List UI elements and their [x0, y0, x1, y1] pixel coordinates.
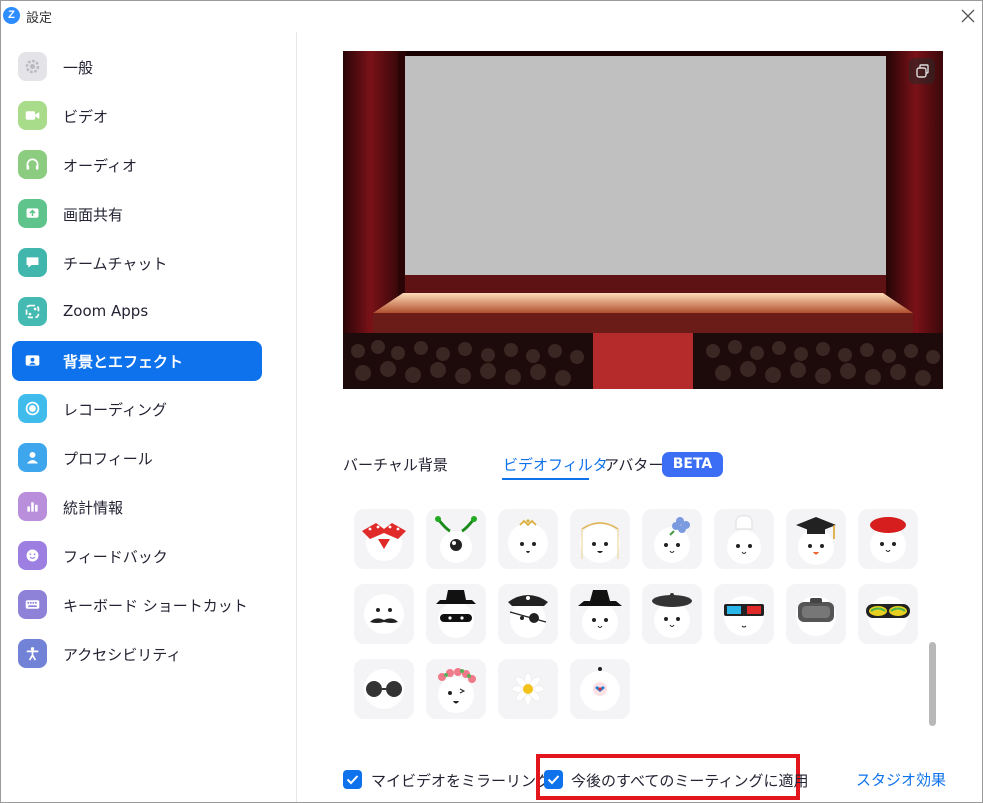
filter-scrollbar[interactable]	[928, 502, 936, 727]
window-title: 設定	[26, 11, 53, 26]
beta-badge: BETA	[662, 452, 723, 477]
filter-blue-hydrangea[interactable]	[642, 509, 702, 569]
sidebar-item-recording[interactable]: レコーディング	[12, 389, 262, 429]
checkmark-icon	[346, 775, 359, 785]
record-icon	[18, 394, 47, 423]
sidebar-item-label: フィードバック	[63, 548, 168, 566]
sidebar-item-label: オーディオ	[63, 157, 137, 175]
sidebar-item-label: 画面共有	[63, 206, 124, 224]
zoom-logo-icon: Z	[3, 7, 20, 24]
apps-icon	[18, 297, 47, 326]
sidebar-item-label: 統計情報	[63, 499, 124, 517]
sidebar-item-label: プロフィール	[63, 450, 153, 468]
sidebar-item-keyboard-shortcuts[interactable]: キーボード ショートカット	[12, 585, 262, 625]
copy-icon	[916, 64, 929, 78]
sidebar-item-label: キーボード ショートカット	[63, 597, 248, 615]
filter-daisy[interactable]	[498, 659, 558, 719]
filter-pirate[interactable]	[498, 584, 558, 644]
filter-vr-headset[interactable]	[786, 584, 846, 644]
sidebar-item-label: ビデオ	[63, 108, 109, 126]
scrollbar-thumb[interactable]	[929, 642, 936, 726]
sidebar-item-label: Zoom Apps	[63, 302, 149, 320]
settings-sidebar: 一般 ビデオ オーディオ 画面共有 チームチャット Zoom Apps 背景とエ…	[1, 32, 297, 802]
sidebar-item-video[interactable]: ビデオ	[12, 96, 262, 136]
filter-black-beret[interactable]	[642, 584, 702, 644]
apply-future-meetings-checkbox[interactable]	[544, 770, 563, 789]
filter-bindi[interactable]	[570, 659, 630, 719]
accessibility-icon	[18, 639, 47, 668]
sidebar-item-team-chat[interactable]: チームチャット	[12, 243, 262, 283]
bar-chart-icon	[18, 492, 47, 521]
filter-gold-tiara[interactable]	[498, 509, 558, 569]
studio-effects-link[interactable]: スタジオ効果	[856, 769, 946, 790]
filter-mustache[interactable]	[354, 584, 414, 644]
person-icon	[18, 443, 47, 472]
mirror-video-checkbox[interactable]	[343, 770, 362, 789]
filter-bandit-hat[interactable]	[426, 584, 486, 644]
tab-avatar[interactable]: アバター	[604, 454, 663, 475]
filter-chef-hat[interactable]	[714, 509, 774, 569]
sidebar-item-audio[interactable]: オーディオ	[12, 145, 262, 185]
sidebar-item-label: チームチャット	[63, 255, 168, 273]
theater-background-image	[343, 51, 943, 389]
settings-window: Z 設定 一般 ビデオ オーディオ 画面共有 チームチャット Zoom Apps…	[0, 0, 983, 803]
sidebar-item-label: アクセシビリティ	[63, 646, 182, 664]
filter-red-beret[interactable]	[858, 509, 918, 569]
sidebar-item-screen-share[interactable]: 画面共有	[12, 194, 262, 234]
filter-ski-goggles[interactable]	[858, 584, 918, 644]
filter-3d-glasses[interactable]	[714, 584, 774, 644]
sidebar-item-general[interactable]: 一般	[12, 47, 262, 87]
share-screen-icon	[18, 199, 47, 228]
sidebar-item-feedback[interactable]: フィードバック	[12, 536, 262, 576]
portrait-icon	[18, 346, 47, 375]
chat-bubble-icon	[18, 248, 47, 277]
video-camera-icon	[18, 101, 47, 130]
keyboard-icon	[18, 590, 47, 619]
headphones-icon	[18, 150, 47, 179]
close-button[interactable]	[955, 3, 981, 29]
filter-red-polka-headband[interactable]	[354, 509, 414, 569]
active-tab-indicator	[502, 478, 589, 480]
tab-video-filter[interactable]: ビデオフィルタ	[503, 454, 608, 475]
title-bar: Z 設定	[1, 1, 982, 31]
background-effects-panel: バーチャル背景 ビデオフィルタ アバター BETA マイビデオをミラーリング 今…	[298, 32, 983, 802]
mirror-video-label: マイビデオをミラーリング	[371, 772, 552, 790]
sidebar-item-statistics[interactable]: 統計情報	[12, 487, 262, 527]
tab-virtual-background[interactable]: バーチャル背景	[343, 454, 448, 475]
sidebar-item-profile[interactable]: プロフィール	[12, 438, 262, 478]
sidebar-item-label: 背景とエフェクト	[63, 353, 184, 371]
video-preview	[343, 51, 943, 389]
close-icon	[961, 9, 975, 23]
gear-icon	[18, 52, 47, 81]
apply-future-meetings-label: 今後のすべてのミーティングに適用	[571, 772, 809, 790]
filter-black-fedora[interactable]	[570, 584, 630, 644]
sidebar-item-label: 一般	[63, 59, 94, 77]
copy-preview-button[interactable]	[909, 58, 935, 84]
filter-flower-crown[interactable]	[426, 659, 486, 719]
smiley-icon	[18, 541, 47, 570]
filter-graduation-cap[interactable]	[786, 509, 846, 569]
sidebar-item-accessibility[interactable]: アクセシビリティ	[12, 634, 262, 674]
sidebar-item-zoom-apps[interactable]: Zoom Apps	[12, 292, 262, 332]
sidebar-item-background-effects[interactable]: 背景とエフェクト	[12, 341, 262, 381]
filter-golden-veil[interactable]	[570, 509, 630, 569]
checkmark-icon	[547, 775, 560, 785]
sidebar-item-label: レコーディング	[63, 401, 167, 419]
filter-alien-antenna[interactable]	[426, 509, 486, 569]
filter-round-sunglasses[interactable]	[354, 659, 414, 719]
